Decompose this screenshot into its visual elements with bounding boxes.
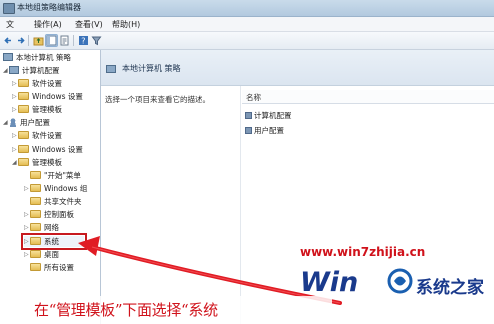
list-item-label: 计算机配置	[254, 111, 292, 120]
folder-icon	[30, 237, 41, 245]
properties-button[interactable]	[90, 34, 103, 47]
toolbar: ?	[0, 32, 494, 50]
menu-view[interactable]: 查看(V)	[75, 19, 103, 30]
policy-icon	[106, 65, 116, 73]
tree-node-cc-admin[interactable]: ▷ 管理模板	[12, 104, 62, 115]
list-item-user-config[interactable]: 用户配置	[245, 125, 284, 136]
folder-icon	[30, 197, 41, 205]
user-icon	[9, 118, 17, 127]
toolbar-separator	[73, 35, 74, 46]
tree-node-shared-folders[interactable]: 共享文件夹	[24, 196, 82, 207]
folder-icon	[30, 223, 41, 231]
console-tree-icon	[46, 35, 57, 46]
tree-label: 共享文件夹	[44, 197, 82, 206]
tree-label: Windows 设置	[32, 145, 83, 154]
tree-label: 所有设置	[44, 263, 74, 272]
details-title: 本地计算机 策略	[122, 64, 181, 73]
tree-label: "开始"菜单	[44, 171, 81, 180]
tree-label: 计算机配置	[22, 66, 60, 75]
tree-label: 控制面板	[44, 210, 74, 219]
tree-label: 管理模板	[32, 158, 62, 167]
tree-node-user-config[interactable]: ◢ 用户配置	[3, 117, 50, 128]
user-icon	[245, 127, 252, 134]
column-header-label: 名称	[246, 93, 261, 102]
svg-text:系统之家: 系统之家	[416, 277, 484, 298]
folder-icon	[18, 79, 29, 87]
tree-label: Windows 设置	[32, 92, 83, 101]
toolbar-separator	[28, 35, 29, 46]
computer-icon	[9, 66, 19, 74]
tree-node-desktop[interactable]: ▷ 桌面	[24, 249, 59, 260]
filter-icon	[91, 36, 102, 46]
folder-up-icon	[33, 37, 44, 46]
tree-node-cc-software[interactable]: ▷ 软件设置	[12, 78, 62, 89]
folder-icon	[18, 92, 29, 100]
svg-text:?: ?	[81, 37, 85, 46]
computer-icon	[245, 112, 252, 119]
list-item-computer-config[interactable]: 计算机配置	[245, 110, 292, 121]
title-bar: 本地组策略编辑器	[0, 0, 494, 17]
column-header-name[interactable]: 名称	[242, 90, 494, 104]
tree-node-system[interactable]: ▷ 系统	[21, 233, 87, 250]
forward-arrow-icon	[18, 37, 25, 44]
tree-node-start-menu[interactable]: "开始"菜单	[24, 170, 81, 181]
folder-icon	[18, 131, 29, 139]
tree-node-computer-config[interactable]: ◢ 计算机配置	[3, 65, 60, 76]
tree-label: 软件设置	[32, 131, 62, 140]
policy-icon	[3, 53, 13, 61]
export-list-button[interactable]	[58, 34, 71, 47]
tree-node-uc-software[interactable]: ▷ 软件设置	[12, 130, 62, 141]
menu-operate[interactable]: 操作(A)	[34, 19, 62, 30]
console-tree: 本地计算机 策略 ◢ 计算机配置 ▷ 软件设置 ▷ Windows 设置 ▷ 管理模板 …	[0, 50, 101, 324]
tree-node-windows-components[interactable]: ▷ Windows 组	[24, 183, 87, 194]
menu-file[interactable]: 文	[6, 19, 14, 30]
window-title: 本地组策略编辑器	[17, 3, 81, 12]
folder-icon	[30, 171, 41, 179]
tree-node-root[interactable]: 本地计算机 策略	[3, 52, 71, 63]
tree-label: 网络	[44, 223, 59, 232]
help-icon: ?	[79, 36, 88, 46]
tree-label: 桌面	[44, 250, 59, 259]
folder-icon	[30, 263, 41, 271]
help-button[interactable]: ?	[77, 34, 90, 47]
watermark-url: www.win7zhijia.cn	[300, 245, 426, 259]
export-icon	[60, 35, 69, 46]
folder-icon	[18, 145, 29, 153]
show-tree-button[interactable]	[45, 34, 58, 47]
svg-text:Win: Win	[300, 267, 358, 298]
tree-label: Windows 组	[44, 184, 88, 193]
tree-node-cc-windows[interactable]: ▷ Windows 设置	[12, 91, 83, 102]
folder-icon	[30, 184, 41, 192]
tree-node-uc-windows[interactable]: ▷ Windows 设置	[12, 144, 83, 155]
tree-node-all-settings[interactable]: 所有设置	[24, 262, 74, 273]
group-policy-window: 本地组策略编辑器 文 操作(A) 查看(V) 帮助(H) ? 本地计算机 策略 …	[0, 0, 494, 324]
folder-icon	[18, 158, 29, 166]
caption-text: 在“管理模板”下面选择“系统	[34, 301, 218, 319]
folder-icon	[30, 210, 41, 218]
tree-label: 软件设置	[32, 79, 62, 88]
menu-help[interactable]: 帮助(H)	[112, 19, 140, 30]
tree-node-uc-admin[interactable]: ◢ 管理模板	[12, 157, 62, 168]
tree-node-network[interactable]: ▷ 网络	[24, 222, 59, 233]
tree-node-control-panel[interactable]: ▷ 控制面板	[24, 209, 74, 220]
column-divider	[240, 86, 241, 324]
folder-icon	[30, 250, 41, 258]
tree-label: 用户配置	[20, 118, 50, 127]
back-arrow-icon	[4, 37, 11, 44]
up-folder-button[interactable]	[32, 34, 45, 47]
instruction-caption: 在“管理模板”下面选择“系统	[0, 296, 332, 324]
description-text: 选择一个项目来查看它的描述。	[105, 95, 210, 104]
tree-label: 管理模板	[32, 105, 62, 114]
tree-label: 系统	[44, 237, 59, 246]
details-header: 本地计算机 策略	[101, 50, 494, 86]
folder-icon	[18, 105, 29, 113]
list-item-label: 用户配置	[254, 126, 284, 135]
menu-bar: 文 操作(A) 查看(V) 帮助(H)	[0, 17, 494, 32]
app-icon	[3, 3, 15, 14]
tree-label: 本地计算机 策略	[16, 53, 71, 62]
forward-button[interactable]	[14, 34, 27, 47]
